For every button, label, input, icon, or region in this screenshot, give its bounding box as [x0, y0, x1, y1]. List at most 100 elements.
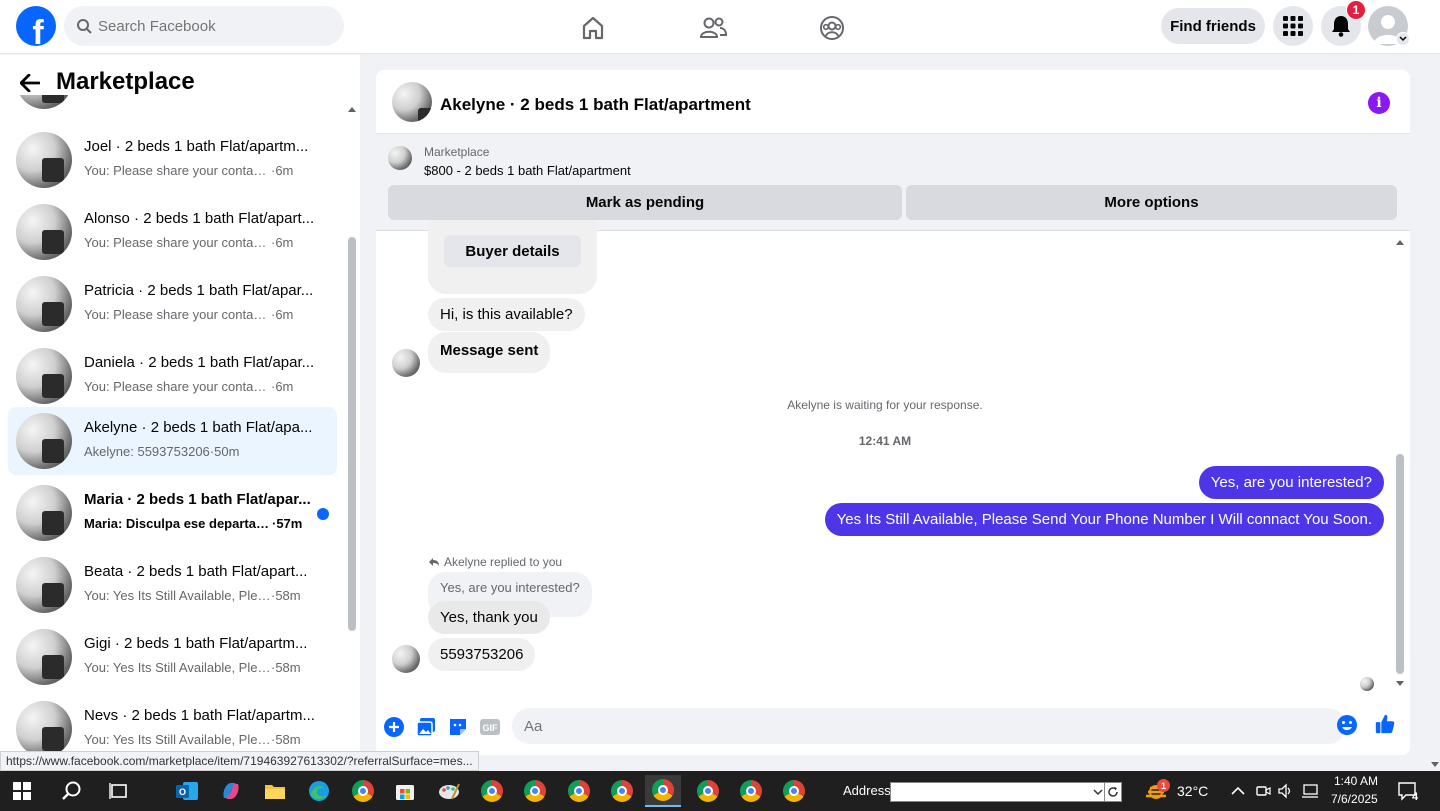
scroll-down-arrow-icon[interactable] — [1395, 680, 1405, 688]
sidebar-scrollbar-thumb[interactable] — [348, 237, 356, 631]
conversation-preview: Akelyne: 5593753206 ·50m — [84, 444, 240, 459]
taskbar-search-icon[interactable] — [54, 775, 90, 807]
reply-arrow-icon — [429, 558, 439, 566]
emoji-icon[interactable] — [1336, 714, 1358, 736]
clock-date[interactable]: 7/6/2025 — [1331, 792, 1378, 806]
microsoft-store-icon[interactable] — [387, 775, 423, 807]
add-plus-icon[interactable] — [383, 716, 405, 738]
friends-icon[interactable] — [693, 8, 733, 48]
menu-grid-icon[interactable] — [1273, 6, 1313, 46]
outgoing-message: Yes Its Still Available, Please Send You… — [824, 503, 1384, 536]
buyer-details-card: Buyer details — [428, 220, 597, 294]
reply-indicator: Akelyne replied to you — [428, 555, 562, 569]
outlook-app-icon[interactable]: O — [169, 775, 205, 807]
meet-now-icon[interactable] — [1255, 783, 1271, 804]
conversation-preview: You: Please share your contact nu... ·6m — [84, 163, 294, 178]
listing-small-thumbnail — [388, 146, 412, 170]
conversation-item[interactable]: Patricia · 2 beds 1 bath Flat/apar... Yo… — [8, 270, 337, 338]
partial-conversation-thumbnail — [16, 95, 72, 109]
listing-thumbnail — [16, 204, 72, 260]
windows-taskbar: O Address 1 32°C 1:40 AM 7/6/2025 4 — [0, 771, 1440, 811]
conversation-item[interactable]: Gigi · 2 beds 1 bath Flat/apartm... You:… — [8, 623, 337, 691]
mark-as-pending-button[interactable]: Mark as pending — [388, 185, 902, 220]
conversation-time: ·6m — [271, 235, 294, 250]
chrome-profile-a-icon[interactable] — [345, 775, 381, 807]
scroll-up-arrow-icon[interactable] — [1395, 238, 1405, 246]
unread-indicator-dot — [317, 508, 329, 520]
windows-start-icon[interactable] — [4, 775, 40, 807]
incoming-message: Yes, thank you — [428, 601, 550, 634]
address-toolbar-input[interactable] — [890, 782, 1122, 802]
listing-price-title[interactable]: $800 - 2 beds 1 bath Flat/apartment — [424, 163, 631, 178]
chrome-browser-icon[interactable] — [474, 775, 510, 807]
conversation-time: ·58m — [271, 660, 301, 675]
conversation-item[interactable]: Alonso · 2 beds 1 bath Flat/apart... You… — [8, 198, 337, 266]
notification-center-count: 4 — [1412, 791, 1419, 803]
search-box[interactable] — [64, 6, 344, 46]
address-dropdown-chevron-icon[interactable] — [1093, 789, 1103, 796]
copilot-app-icon[interactable] — [213, 775, 249, 807]
search-icon — [77, 19, 92, 34]
more-options-button[interactable]: More options — [906, 185, 1397, 220]
temperature-readout[interactable]: 32°C — [1177, 783, 1208, 799]
conversation-time: ·6m — [271, 379, 294, 394]
marketplace-listing-bar: Marketplace $800 - 2 beds 1 bath Flat/ap… — [376, 134, 1410, 231]
chrome-profile-c-icon[interactable] — [561, 775, 597, 807]
message-input-box[interactable] — [512, 708, 1346, 744]
chrome-profile-e-icon[interactable] — [690, 775, 726, 807]
waiting-response-notice: Akelyne is waiting for your response. — [787, 398, 983, 412]
find-friends-button[interactable]: Find friends — [1161, 8, 1265, 44]
chat-title[interactable]: Akelyne · 2 beds 1 bath Flat/apartment — [440, 95, 751, 115]
file-explorer-icon[interactable] — [257, 775, 293, 807]
conversation-time: ·58m — [271, 588, 301, 603]
chrome-profile-d-icon[interactable] — [604, 775, 640, 807]
conversation-item[interactable]: Maria · 2 beds 1 bath Flat/apar... Maria… — [8, 479, 337, 547]
address-refresh-icon[interactable] — [1104, 782, 1122, 802]
scroll-up-arrow-icon[interactable] — [347, 105, 357, 113]
chat-scrollbar[interactable] — [1394, 238, 1406, 688]
sticker-icon[interactable] — [447, 716, 469, 738]
paint-app-icon[interactable] — [431, 775, 467, 807]
chrome-profile-f-icon[interactable] — [733, 775, 769, 807]
account-chevron-icon[interactable] — [1396, 32, 1410, 46]
svg-text:O: O — [179, 787, 186, 797]
incoming-message-sent-card: Message sent — [428, 332, 551, 373]
conversation-item[interactable]: Beata · 2 beds 1 bath Flat/apart... You:… — [8, 551, 337, 619]
like-thumbs-up-icon[interactable] — [1374, 713, 1396, 735]
clock-time[interactable]: 1:40 AM — [1334, 774, 1378, 788]
chat-header: Akelyne · 2 beds 1 bath Flat/apartment i — [376, 70, 1410, 134]
search-input[interactable] — [98, 17, 328, 35]
photo-attach-icon[interactable] — [415, 716, 437, 738]
chrome-active-window-icon[interactable] — [645, 775, 681, 807]
gif-icon[interactable]: GIF — [479, 716, 501, 738]
edge-browser-icon[interactable] — [301, 775, 337, 807]
conversation-item-active[interactable]: Akelyne · 2 beds 1 bath Flat/apa... Akel… — [8, 407, 337, 475]
notification-count-badge: 1 — [1346, 0, 1366, 20]
groups-icon[interactable] — [812, 8, 852, 48]
address-toolbar-label: Address — [843, 783, 891, 798]
buyer-details-button[interactable]: Buyer details — [444, 235, 581, 267]
conversation-preview: You: Yes Its Still Available, Please ...… — [84, 660, 301, 675]
top-navigation-bar: f Find friends 1 — [0, 0, 1440, 54]
show-hidden-icons-chevron-icon[interactable] — [1231, 783, 1245, 801]
task-view-icon[interactable] — [101, 775, 137, 807]
sender-avatar[interactable] — [392, 645, 420, 673]
conversation-title: Akelyne · 2 beds 1 bath Flat/apa... — [84, 419, 313, 436]
info-icon[interactable]: i — [1368, 92, 1390, 114]
chat-scrollbar-thumb[interactable] — [1396, 454, 1404, 674]
network-icon[interactable] — [1301, 783, 1319, 804]
sidebar-scrollbar[interactable] — [346, 105, 356, 765]
chrome-profile-b-icon[interactable] — [517, 775, 553, 807]
conversation-title: Maria · 2 beds 1 bath Flat/apar... — [84, 491, 311, 508]
home-icon[interactable] — [573, 8, 613, 48]
chrome-profile-g-icon[interactable] — [776, 775, 812, 807]
message-input[interactable] — [524, 717, 1304, 735]
page-scroll-down-arrow-icon[interactable] — [1430, 756, 1440, 768]
conversation-item[interactable]: Daniela · 2 beds 1 bath Flat/apar... You… — [8, 342, 337, 410]
facebook-logo[interactable]: f — [16, 6, 56, 46]
conversation-item[interactable]: Joel · 2 beds 1 bath Flat/apartm... You:… — [8, 126, 337, 194]
message-timestamp: 12:41 AM — [858, 434, 912, 448]
volume-speaker-icon[interactable] — [1277, 783, 1293, 804]
chat-listing-thumbnail[interactable] — [392, 82, 432, 122]
sender-avatar[interactable] — [392, 349, 420, 377]
